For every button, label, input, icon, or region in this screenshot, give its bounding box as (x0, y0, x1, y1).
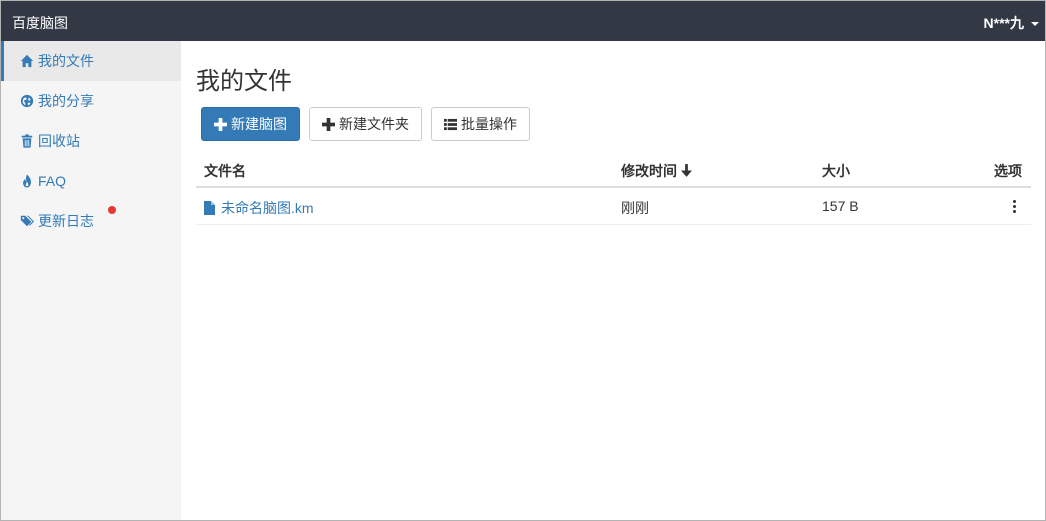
column-header-modified[interactable]: 修改时间 (621, 161, 692, 181)
sidebar-item-label: FAQ (38, 173, 67, 189)
column-header-name[interactable]: 文件名 (204, 161, 246, 181)
table-row: 未命名脑图.km 刚刚 157 B (196, 188, 1031, 225)
new-mindmap-label: 新建脑图 (231, 116, 287, 132)
sidebar-item-label: 我的文件 (38, 53, 94, 69)
home-icon (19, 53, 35, 69)
plus-icon (322, 117, 335, 131)
list-icon (444, 118, 457, 130)
more-options-icon[interactable] (1010, 200, 1018, 213)
sidebar-item-my-files[interactable]: 我的文件 (1, 41, 181, 81)
caret-down-icon (1031, 22, 1039, 26)
top-navbar: 百度脑图 N***九 (1, 1, 1045, 41)
sidebar-item-changelog[interactable]: 更新日志 (1, 201, 181, 241)
user-menu[interactable]: N***九 (984, 13, 1039, 33)
sidebar-item-faq[interactable]: FAQ (1, 161, 181, 201)
arrow-down-icon (680, 163, 692, 179)
toolbar: 新建脑图 新建文件夹 批量操作 (201, 107, 530, 141)
sidebar-item-label: 回收站 (38, 133, 80, 149)
fire-icon (19, 173, 35, 189)
file-name: 未命名脑图.km (221, 200, 314, 216)
page-title: 我的文件 (196, 68, 292, 95)
brand-logo-text[interactable]: 百度脑图 (12, 13, 68, 33)
new-folder-button[interactable]: 新建文件夹 (309, 107, 422, 141)
sidebar-item-recycle-bin[interactable]: 回收站 (1, 121, 181, 161)
batch-operation-label: 批量操作 (461, 116, 517, 132)
new-folder-label: 新建文件夹 (339, 116, 409, 132)
plus-icon (214, 117, 227, 131)
file-size: 157 B (822, 198, 859, 214)
table-header: 文件名 修改时间 大小 选项 (196, 153, 1031, 188)
column-header-options: 选项 (994, 163, 1022, 179)
sidebar-item-label: 更新日志 (38, 213, 94, 229)
sidebar-item-my-shares[interactable]: 我的分享 (1, 81, 181, 121)
file-icon (204, 201, 215, 215)
globe-icon (19, 93, 35, 109)
file-table: 文件名 修改时间 大小 选项 未命名脑图.km 刚刚 157 B (196, 153, 1031, 225)
trash-icon (19, 133, 35, 149)
tags-icon (19, 213, 35, 229)
sidebar-item-label: 我的分享 (38, 93, 94, 109)
file-modified: 刚刚 (621, 200, 649, 216)
new-mindmap-button[interactable]: 新建脑图 (201, 107, 300, 141)
batch-operation-button[interactable]: 批量操作 (431, 107, 530, 141)
new-update-badge (108, 206, 116, 214)
file-link[interactable]: 未命名脑图.km (204, 198, 314, 218)
sidebar: 我的文件 我的分享 回收站 FAQ 更新日志 (1, 41, 181, 520)
column-header-size[interactable]: 大小 (822, 161, 850, 181)
user-name: N***九 (983, 15, 1024, 31)
column-header-modified-label: 修改时间 (621, 163, 677, 179)
